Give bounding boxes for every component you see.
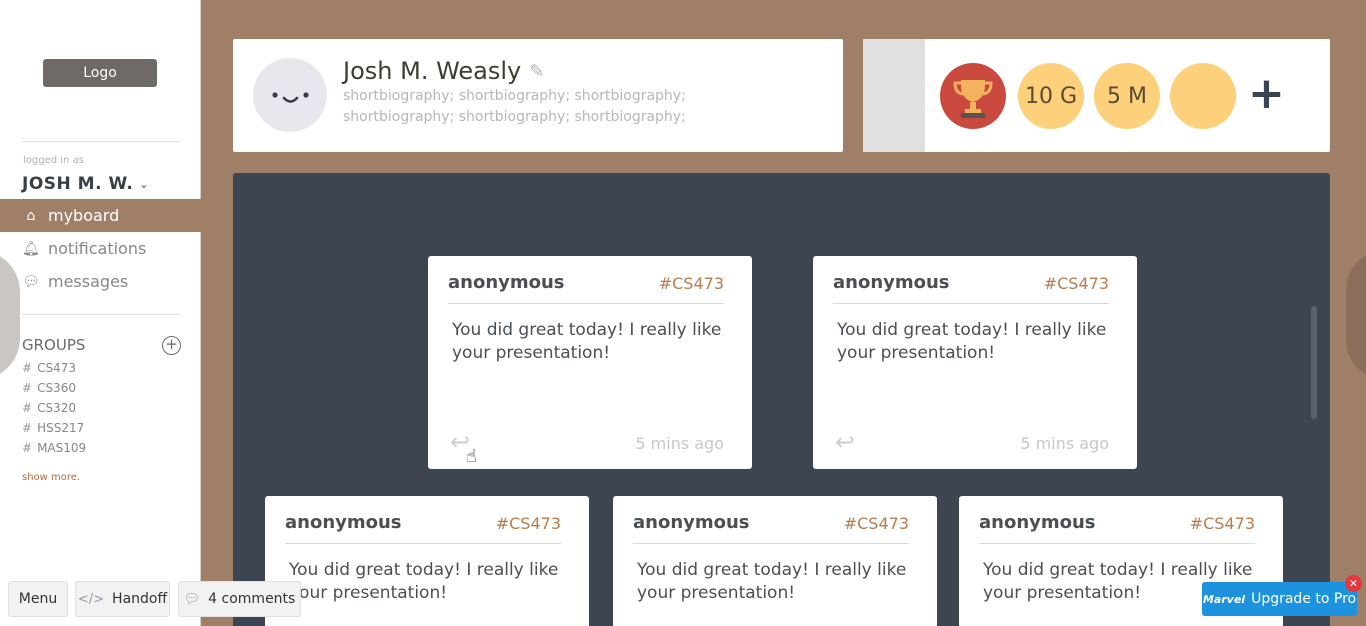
add-group-button[interactable]: + <box>162 336 181 355</box>
hand-cursor-icon: ☝ <box>466 446 477 467</box>
hash-icon: # <box>22 361 33 375</box>
group-item[interactable]: # CS473 <box>22 361 76 375</box>
profile-bio: shortbiography; shortbiography; shortbio… <box>343 88 686 125</box>
note-tag[interactable]: #CS473 <box>659 274 724 293</box>
show-more-link[interactable]: show more. <box>22 472 80 483</box>
group-item[interactable]: # CS320 <box>22 401 76 415</box>
pencil-icon[interactable]: ✎ <box>529 61 544 82</box>
add-badge-plus-icon[interactable]: + <box>1248 69 1285 119</box>
comments-button[interactable]: 💬︎ 4 comments <box>178 581 301 617</box>
logged-in-label: logged in as <box>23 155 84 166</box>
badge-gold[interactable]: 10 G <box>1018 63 1084 129</box>
note-tag[interactable]: #CS473 <box>496 514 561 533</box>
note-time: 5 mins ago <box>1020 434 1109 453</box>
close-icon[interactable]: ✕ <box>1345 575 1362 592</box>
trophy-icon <box>953 80 993 118</box>
group-item[interactable]: # CS360 <box>22 381 76 395</box>
bell-icon: 🔔︎ <box>22 240 40 257</box>
menu-button[interactable]: Menu <box>8 581 68 617</box>
divider <box>448 303 724 304</box>
logo-button[interactable]: Logo <box>43 59 157 87</box>
group-label: HSS217 <box>37 421 85 435</box>
avatar[interactable] <box>253 58 327 132</box>
note-card[interactable]: anonymous #CS473 You did great today! I … <box>428 256 752 469</box>
note-tag[interactable]: #CS473 <box>844 514 909 533</box>
chevron-down-icon: ⌄ <box>139 177 150 191</box>
divider <box>285 543 561 544</box>
badge-medals[interactable]: 5 M <box>1094 63 1160 129</box>
nav-label: messages <box>48 272 129 291</box>
profile-name-row: Josh M. Weasly ✎ <box>343 57 544 85</box>
divider <box>22 314 180 315</box>
side-decoration <box>1346 250 1366 380</box>
note-author: anonymous <box>633 512 750 533</box>
nav-label: myboard <box>48 206 120 225</box>
hash-icon: # <box>22 381 33 395</box>
badge-scroll-area[interactable] <box>863 39 925 152</box>
chat-icon: 💬︎ <box>22 273 40 290</box>
group-item[interactable]: # HSS217 <box>22 421 84 435</box>
comments-label: 4 comments <box>208 591 296 607</box>
user-name: JOSH M. W. <box>22 174 134 194</box>
comment-icon: 💬︎ <box>183 591 201 607</box>
home-icon: ⌂ <box>26 207 36 224</box>
reply-icon[interactable]: ↩ <box>835 428 855 456</box>
marvel-logo-icon: Marvel <box>1202 592 1246 606</box>
badge-empty[interactable] <box>1170 63 1236 129</box>
hash-icon: # <box>22 401 33 415</box>
board: anonymous #CS473 You did great today! I … <box>233 173 1330 626</box>
note-tag[interactable]: #CS473 <box>1044 274 1109 293</box>
group-item[interactable]: # MAS109 <box>22 441 86 455</box>
nav-item-messages[interactable]: 💬︎ messages <box>0 265 201 298</box>
badges-card: 10 G 5 M + <box>863 39 1330 152</box>
note-author: anonymous <box>448 272 565 293</box>
note-text: You did great today! I really like your … <box>837 320 1107 363</box>
note-author: anonymous <box>833 272 950 293</box>
note-card[interactable]: anonymous #CS473 You did great today! I … <box>613 496 937 626</box>
group-label: CS320 <box>37 401 76 415</box>
group-label: CS360 <box>37 381 76 395</box>
note-author: anonymous <box>285 512 402 533</box>
trophy-badge[interactable] <box>940 63 1006 129</box>
code-icon: </> <box>77 591 105 607</box>
group-label: CS473 <box>37 361 76 375</box>
profile-name: Josh M. Weasly <box>343 57 522 85</box>
handoff-button[interactable]: </> Handoff <box>75 581 170 617</box>
nav-item-notifications[interactable]: 🔔︎ notifications <box>0 232 201 265</box>
note-card[interactable]: anonymous #CS473 You did great today! I … <box>813 256 1137 469</box>
menu-label: Menu <box>18 591 58 607</box>
nav-item-myboard[interactable]: ⌂ myboard <box>0 199 201 232</box>
user-menu[interactable]: JOSH M. W. ⌄ <box>22 174 149 194</box>
note-text: You did great today! I really like your … <box>289 560 559 603</box>
divider <box>833 303 1109 304</box>
upgrade-label: Upgrade to Pro <box>1251 591 1357 607</box>
nav-label: notifications <box>48 239 147 258</box>
groups-title: GROUPS <box>22 336 86 354</box>
note-tag[interactable]: #CS473 <box>1190 514 1255 533</box>
hash-icon: # <box>22 441 33 455</box>
note-text: You did great today! I really like your … <box>637 560 907 603</box>
note-text: You did great today! I really like your … <box>452 320 722 363</box>
upgrade-button[interactable]: Marvel Upgrade to Pro <box>1202 582 1357 616</box>
divider <box>22 141 180 142</box>
hash-icon: # <box>22 421 33 435</box>
profile-card: Josh M. Weasly ✎ shortbiography; shortbi… <box>233 39 843 152</box>
handoff-label: Handoff <box>112 591 168 607</box>
sidebar: Logo logged in as JOSH M. W. ⌄ ⌂ myboard… <box>0 0 201 626</box>
divider <box>633 543 909 544</box>
note-card[interactable]: anonymous #CS473 You did great today! I … <box>265 496 589 626</box>
note-time: 5 mins ago <box>635 434 724 453</box>
divider <box>979 543 1255 544</box>
smiley-face-icon <box>272 92 309 103</box>
board-scrollbar[interactable] <box>1311 306 1317 419</box>
note-author: anonymous <box>979 512 1096 533</box>
group-label: MAS109 <box>37 441 87 455</box>
